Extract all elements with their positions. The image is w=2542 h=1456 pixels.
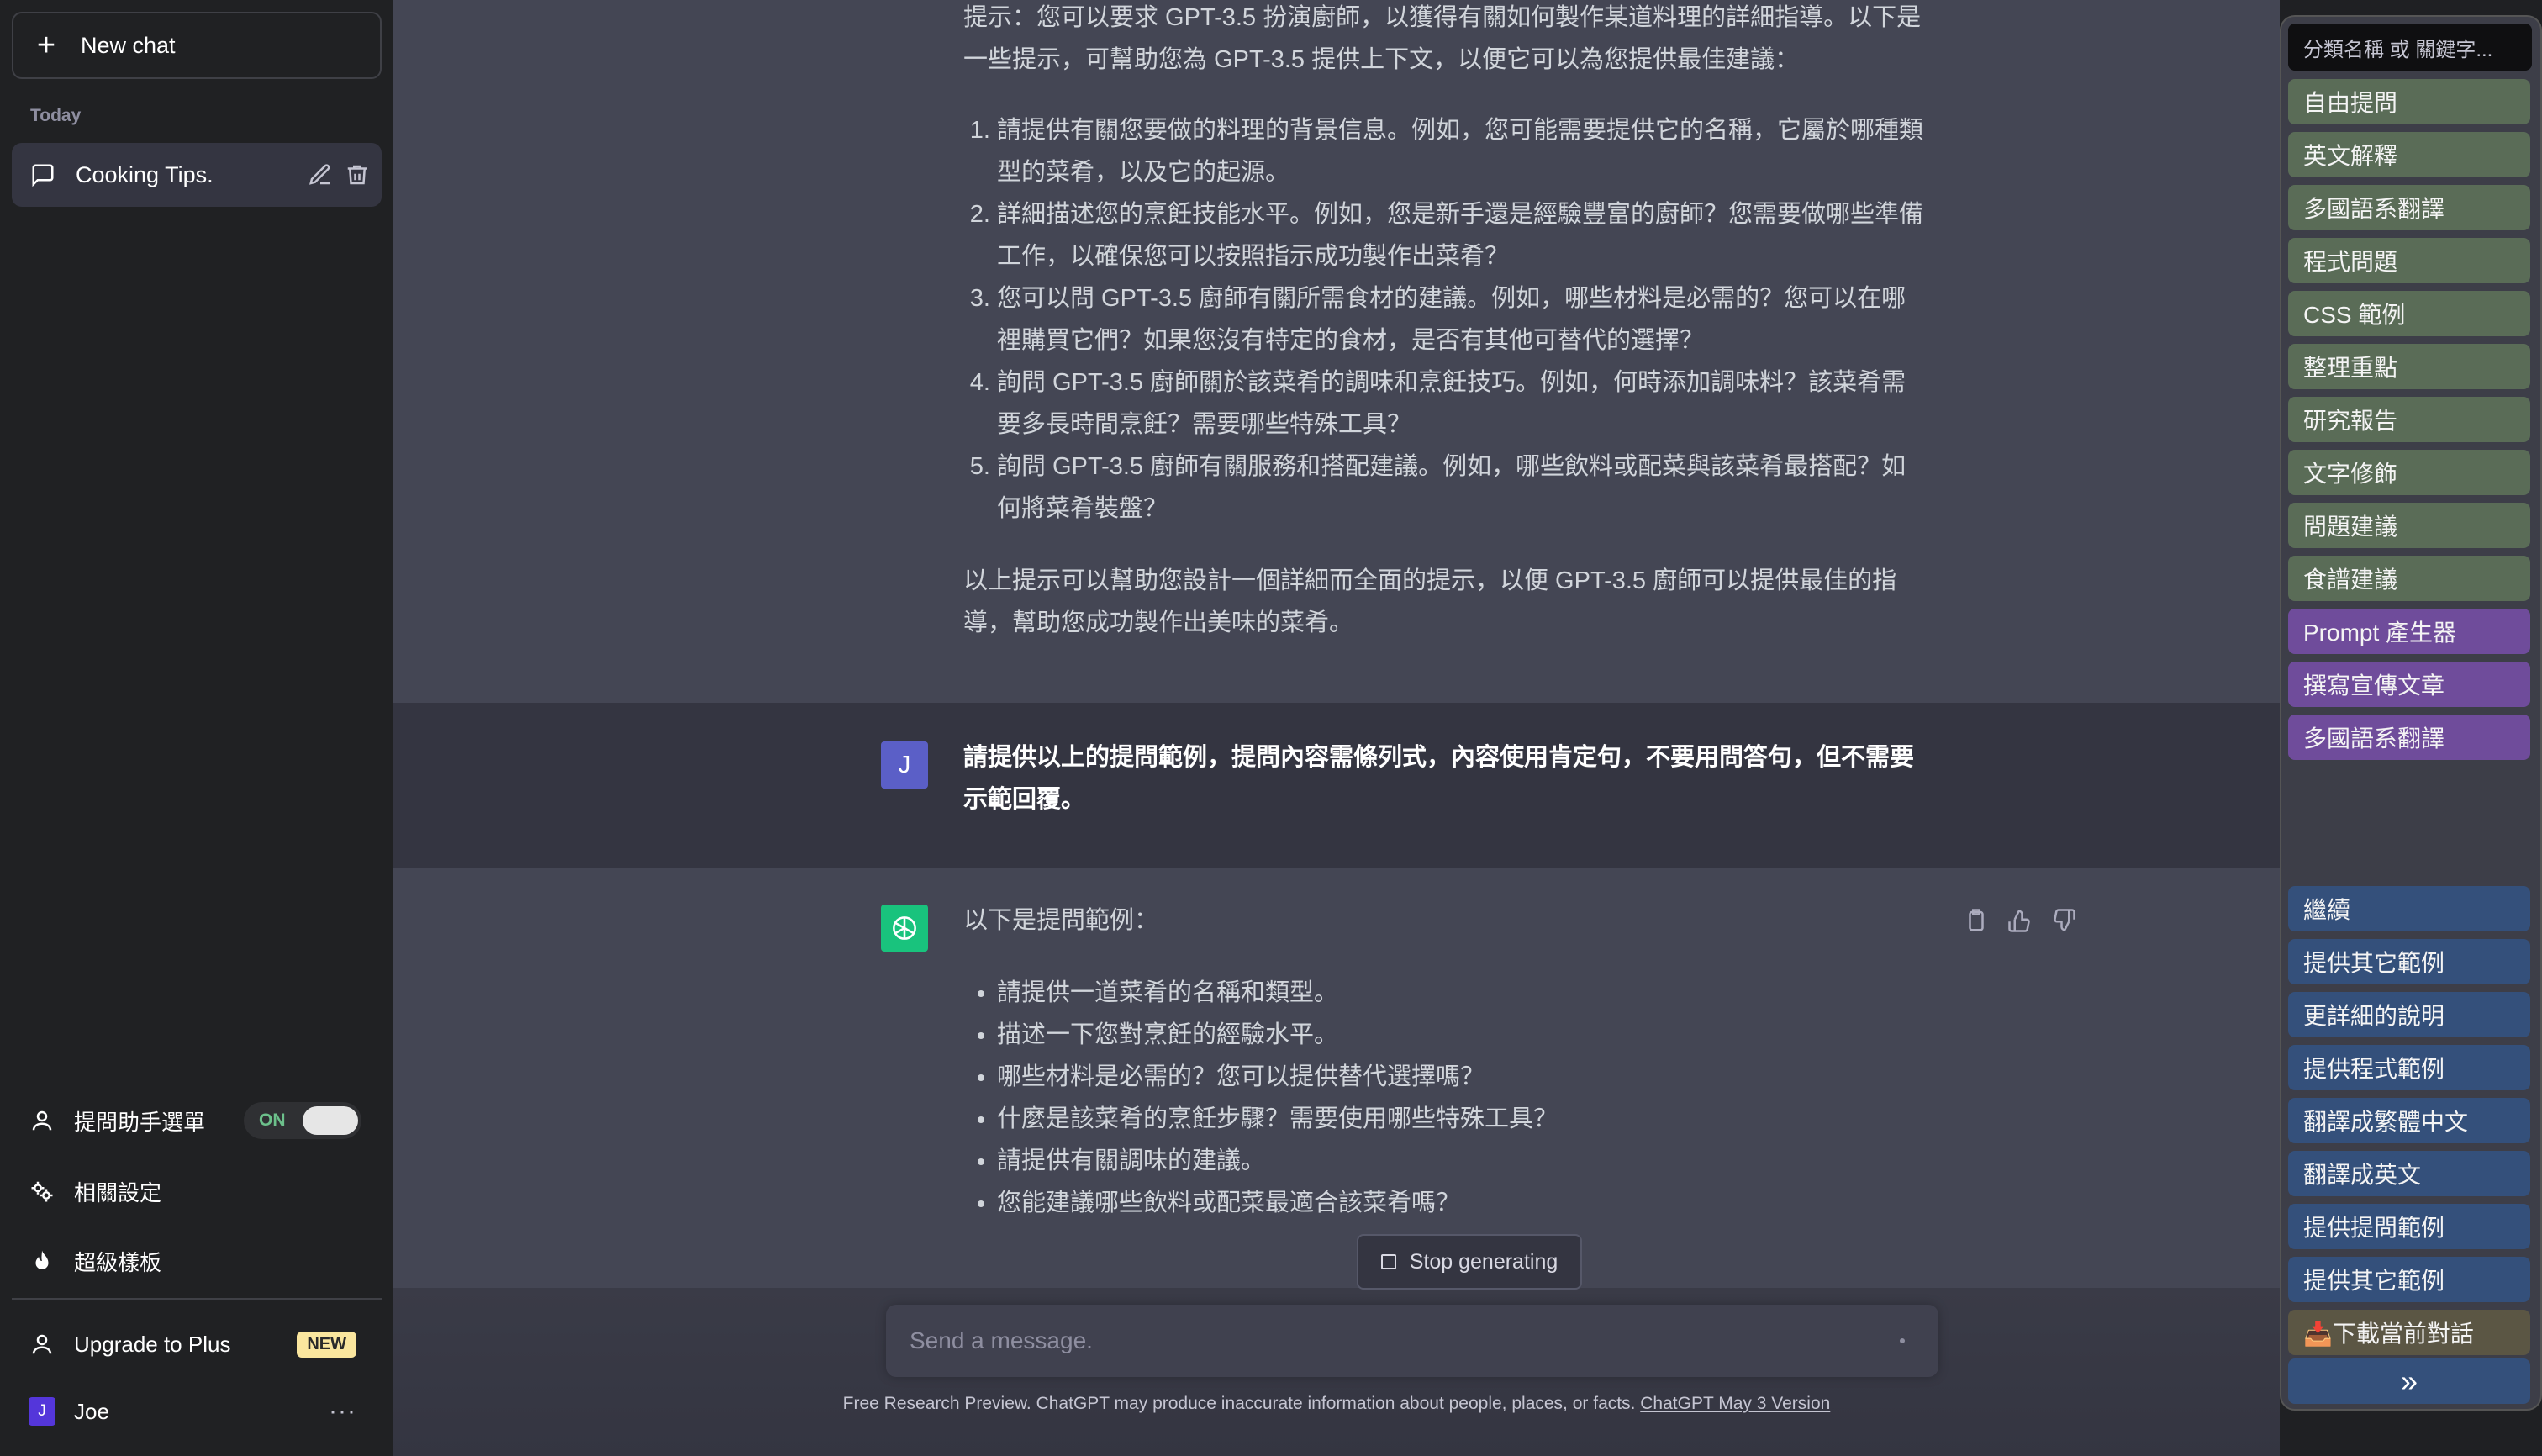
stop-icon [1380,1254,1396,1269]
prompt-button[interactable]: 研究報告 [2288,397,2530,442]
assistant-toggle[interactable]: ON [244,1102,361,1139]
new-chat-button[interactable]: + New chat [12,12,382,79]
tips-list: 請提供有關您要做的料理的背景信息。例如，您可能需要提供它的名稱，它屬於哪種類型的… [963,109,1925,530]
chat-bubble-icon [32,164,54,187]
chat-main: 提示：您可以要求 GPT-3.5 扮演廚師，以獲得有關如何製作某道料理的詳細指導… [393,0,2280,1456]
avatar: J [29,1397,55,1426]
upgrade-row[interactable]: Upgrade to Plus NEW [12,1315,382,1374]
templates-label: 超級樣板 [74,1249,162,1275]
footer-disclaimer: Free Research Preview. ChatGPT may produ… [393,1394,2280,1414]
chat-history-item[interactable]: Cooking Tips. [12,143,382,207]
quick-action-button[interactable]: 翻譯成繁體中文 [2288,1098,2530,1143]
sidebar-divider [12,1298,382,1300]
message-actions [1964,908,2076,933]
prompt-button[interactable]: 文字修飾 [2288,450,2530,495]
quick-action-button[interactable]: 提供其它範例 [2288,1257,2530,1302]
gpt-avatar [881,905,928,952]
list-item: 描述一下您對烹飪的經驗水平。 [997,1014,1925,1056]
edit-icon[interactable] [308,162,333,187]
quick-action-button[interactable]: 提供提問範例 [2288,1204,2530,1249]
prompt-button[interactable]: 整理重點 [2288,344,2530,389]
fire-icon [29,1248,55,1274]
assistant-message-content: 以下是提問範例： 請提供一道菜肴的名稱和類型。 描述一下您對烹飪的經驗水平。 哪… [963,899,1925,1224]
trash-icon[interactable] [345,162,370,187]
sidebar: + New chat Today Cooking Tips. 提問助手選單 ON… [0,0,393,1456]
avatar-wrapper: J [29,1397,55,1426]
assistant-intro: 提示：您可以要求 GPT-3.5 扮演廚師，以獲得有關如何製作某道料理的詳細指導… [963,4,1922,73]
quick-action-button[interactable]: 繼續 [2288,886,2530,931]
user-message: J 請提供以上的提問範例，提問內容需條列式，內容使用肯定句，不要用問答句，但不需… [393,703,2280,868]
user-message-text: 請提供以上的提問範例，提問內容需條列式，內容使用肯定句，不要用問答句，但不需要示… [963,744,1915,813]
list-item: 請提供有關調味的建議。 [997,1140,1925,1182]
gear-icon [29,1178,55,1205]
prompt-button[interactable]: 食譜建議 [2288,556,2530,601]
assistant-message-content: 提示：您可以要求 GPT-3.5 扮演廚師，以獲得有關如何製作某道料理的詳細指導… [963,0,1925,644]
user-name: Joe [74,1398,109,1424]
quick-action-button[interactable]: 提供程式範例 [2288,1045,2530,1090]
prompt-button[interactable]: 多國語系翻譯 [2288,715,2530,760]
copy-icon[interactable] [1964,908,1989,933]
assistant-menu-label: 提問助手選單 [74,1109,206,1135]
person-icon [29,1107,55,1134]
user-row[interactable]: J Joe ··· [12,1382,382,1441]
list-item: 詢問 GPT-3.5 廚師關於該菜肴的調味和烹飪技巧。例如，何時添加調味料？該菜… [997,361,1925,446]
list-item: 詳細描述您的烹飪技能水平。例如，您是新手還是經驗豐富的廚師？您需要做哪些準備工作… [997,193,1925,277]
plus-icon: + [36,28,56,63]
message-input[interactable]: Send a message. [886,1305,1938,1377]
prompt-button[interactable]: 自由提問 [2288,79,2530,124]
assistant-message: 提示：您可以要求 GPT-3.5 扮演廚師，以獲得有關如何製作某道料理的詳細指導… [393,0,2280,703]
message-input-placeholder: Send a message. [910,1327,1093,1353]
quick-action-button[interactable]: 更詳細的說明 [2288,992,2530,1037]
list-item: 哪些材料是必需的？您可以提供替代選擇嗎？ [997,1056,1925,1098]
prompt-button[interactable]: 程式問題 [2288,238,2530,283]
prompt-button[interactable]: 撰寫宣傳文章 [2288,662,2530,707]
templates-row[interactable]: 超級樣板 [12,1232,382,1290]
user-icon [29,1331,55,1358]
section-label-today: Today [30,106,82,125]
list-item: 請提供一道菜肴的名稱和類型。 [997,972,1925,1014]
openai-logo-icon [893,916,916,940]
footer-text: Free Research Preview. ChatGPT may produ… [842,1394,1636,1413]
version-link[interactable]: ChatGPT May 3 Version [1640,1394,1830,1413]
quick-action-button[interactable]: 提供其它範例 [2288,939,2530,984]
assistant-intro: 以下是提問範例： [963,907,1159,934]
prompt-panel: 分類名稱 或 關鍵字... 自由提問 英文解釋 多國語系翻譯 程式問題 CSS … [2280,0,2542,1456]
download-conversation-button[interactable]: 📥下載當前對話 [2288,1310,2530,1355]
prompt-button[interactable]: 多國語系翻譯 [2288,185,2530,230]
thumbs-down-icon[interactable] [2051,908,2076,933]
category-search-input[interactable]: 分類名稱 或 關鍵字... [2288,24,2532,71]
search-placeholder: 分類名稱 或 關鍵字... [2303,38,2493,61]
toggle-state: ON [259,1110,286,1130]
list-item: 請提供有關您要做的料理的背景信息。例如，您可能需要提供它的名稱，它屬於哪種類型的… [997,109,1925,193]
examples-list: 請提供一道菜肴的名稱和類型。 描述一下您對烹飪的經驗水平。 哪些材料是必需的？您… [963,972,1925,1224]
new-chat-label: New chat [81,32,176,58]
new-badge: NEW [297,1331,356,1358]
assistant-outro: 以上提示可以幫助您設計一個詳細而全面的提示，以便 GPT-3.5 廚師可以提供最… [963,567,1897,636]
list-item: 詢問 GPT-3.5 廚師有關服務和搭配建議。例如，哪些飲料或配菜與該菜肴最搭配… [997,446,1925,530]
upgrade-label: Upgrade to Plus [74,1331,231,1357]
list-item: 您可以問 GPT-3.5 廚師有關所需食材的建議。例如，哪些材料是必需的？您可以… [997,277,1925,361]
list-item: 您能建議哪些飲料或配菜最適合該菜肴嗎？ [997,1182,1925,1224]
collapse-panel-button[interactable]: » [2288,1358,2530,1404]
double-chevron-icon: » [2400,1364,2418,1398]
stop-generating-label: Stop generating [1409,1249,1558,1274]
prompt-button[interactable]: CSS 範例 [2288,291,2530,336]
toggle-knob [303,1106,358,1135]
assistant-menu-row[interactable]: 提問助手選單 ON [12,1091,382,1150]
prompt-button[interactable]: 英文解釋 [2288,132,2530,177]
quick-action-button[interactable]: 翻譯成英文 [2288,1151,2530,1196]
thumbs-up-icon[interactable] [2007,908,2033,933]
settings-row[interactable]: 相關設定 [12,1162,382,1221]
list-item: 什麼是該菜肴的烹飪步驟？需要使用哪些特殊工具？ [997,1098,1925,1140]
prompt-button[interactable]: 問題建議 [2288,503,2530,548]
settings-label: 相關設定 [74,1179,162,1205]
send-icon[interactable] [1900,1338,1905,1343]
user-avatar: J [881,741,928,789]
prompt-panel-inner: 分類名稱 或 關鍵字... 自由提問 英文解釋 多國語系翻譯 程式問題 CSS … [2280,15,2542,1411]
more-options-icon[interactable]: ··· [329,1397,356,1426]
chat-item-title: Cooking Tips. [76,161,214,187]
stop-generating-button[interactable]: Stop generating [1357,1234,1582,1290]
prompt-button[interactable]: Prompt 產生器 [2288,609,2530,654]
